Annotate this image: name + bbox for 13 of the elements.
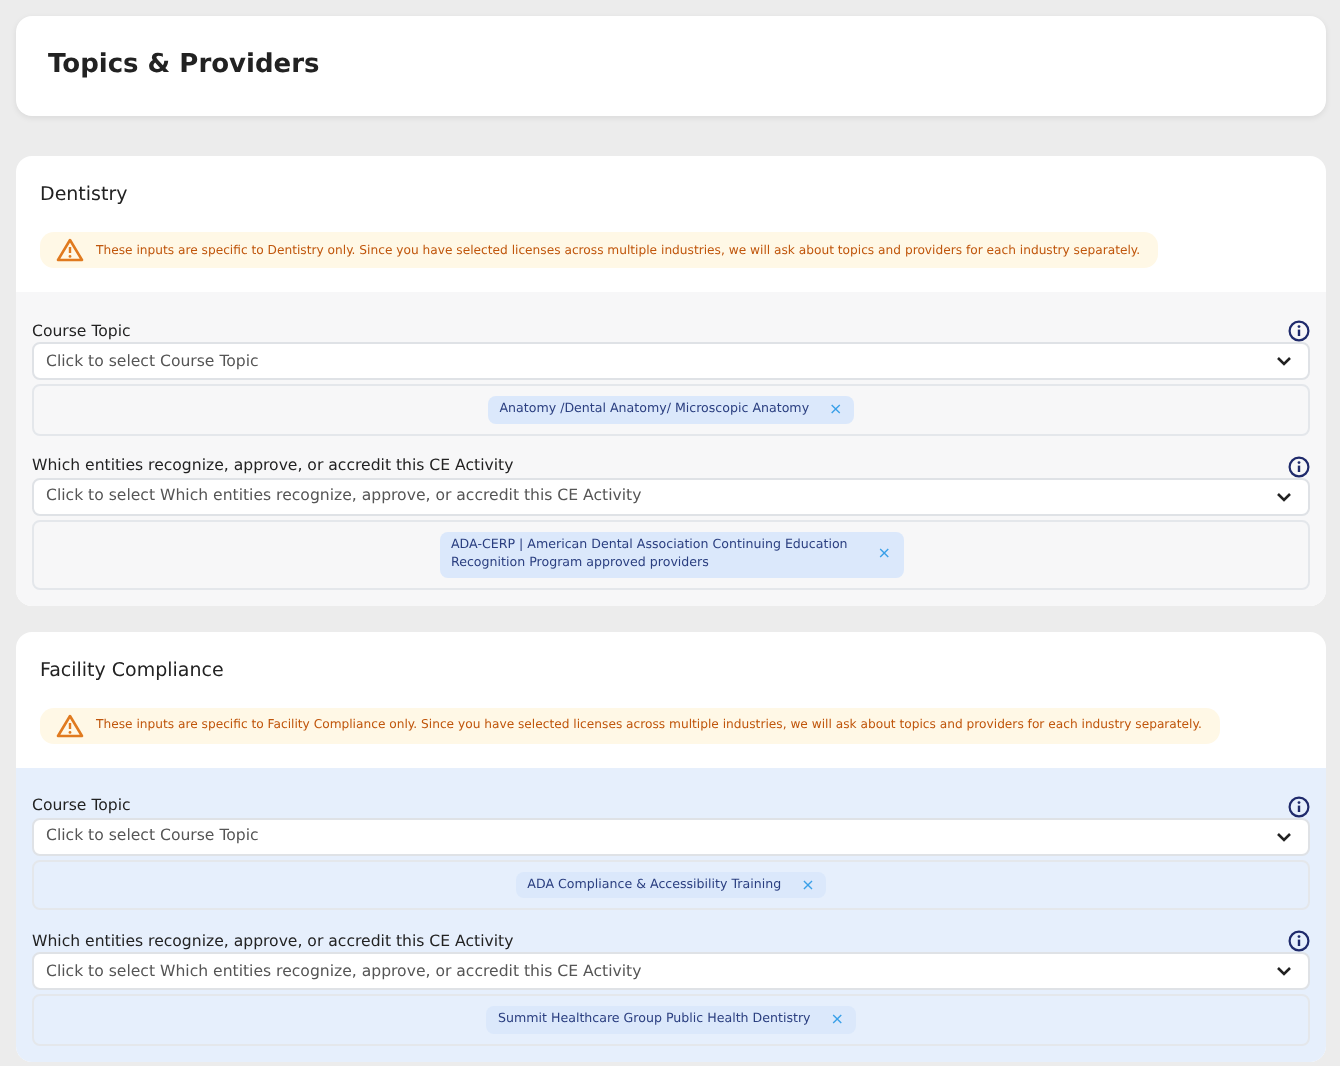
page-title: Topics & Providers <box>48 50 320 82</box>
warning-icon <box>56 238 84 263</box>
section-title: Dentistry <box>40 182 130 210</box>
info-icon[interactable] <box>1288 930 1310 953</box>
chevron-down-icon <box>1276 356 1292 367</box>
chevron-down-icon <box>1276 831 1292 842</box>
chevron-down-icon <box>1276 491 1292 502</box>
info-icon[interactable] <box>1288 455 1310 478</box>
section-title: Facility Compliance <box>40 657 226 686</box>
info-icon[interactable] <box>1288 320 1310 343</box>
warning-icon <box>56 713 84 738</box>
info-icon[interactable] <box>1288 795 1310 818</box>
chevron-down-icon <box>1276 966 1292 977</box>
